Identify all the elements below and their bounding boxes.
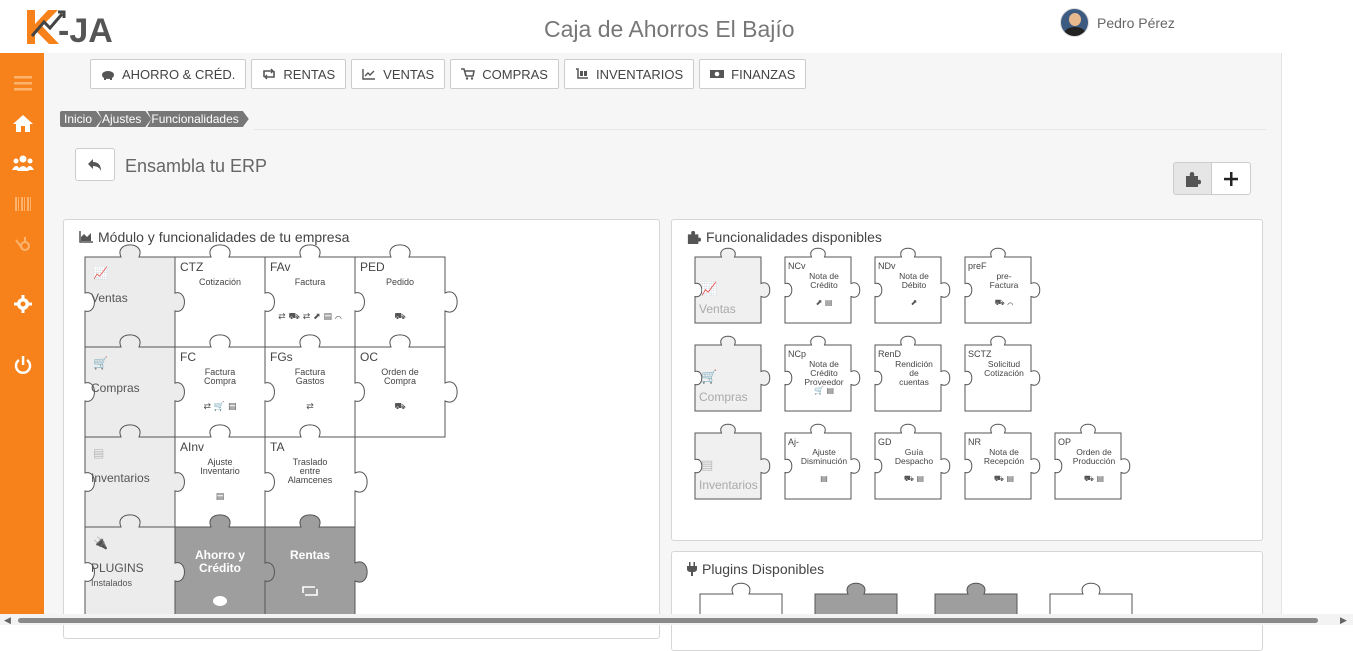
puzzle-icon [687,230,701,244]
tab-finanzas[interactable]: FINANZAS [699,59,807,89]
plugins-panel-title: Plugins Disponibles [687,561,824,577]
available-panel-title: Funcionalidades disponibles [687,229,882,245]
user-name: Pedro Pérez [1097,14,1175,31]
power-icon[interactable] [12,354,34,376]
breadcrumb-ajustes[interactable]: Ajustes [98,111,151,127]
cart-icon [461,68,476,80]
retweet-icon [263,68,276,80]
menu-icon[interactable] [12,72,34,94]
tab-compras[interactable]: COMPRAS [450,59,559,89]
scroll-thumb[interactable] [18,618,1318,623]
barcode-icon[interactable] [12,193,34,215]
avatar [1060,8,1089,37]
tab-inventarios[interactable]: INVENTARIOS [563,59,695,89]
tab-label: INVENTARIOS [595,66,684,82]
divider [254,129,1266,130]
tab-rentas[interactable]: RENTAS [251,59,347,89]
app-title: Caja de Ahorros El Bajío [544,16,795,42]
area-chart-icon [79,231,93,243]
add-button[interactable] [1212,162,1251,195]
user-menu[interactable]: Pedro Pérez [1060,8,1175,37]
sidebar [0,53,44,625]
tab-label: COMPRAS [482,66,548,82]
horizontal-scrollbar[interactable]: ◀ ▶ [0,614,1353,625]
money-icon [710,70,725,78]
company-panel-title: Módulo y funcionalidades de tu empresa [79,229,349,245]
reply-icon [88,158,101,171]
breadcrumb: Inicio Ajustes Funcionalidades [60,111,245,127]
kja-logo: -JA [27,10,113,46]
main-content: AHORRO & CRÉD. RENTAS VENTAS COMPRAS INV… [44,53,1282,651]
page-title: Ensambla tu ERP [125,156,268,176]
tab-label: FINANZAS [731,66,796,82]
users-icon[interactable] [12,152,34,174]
plug-icon [687,562,697,576]
gear-icon[interactable] [12,293,34,315]
breadcrumb-inicio[interactable]: Inicio [60,111,102,127]
piggy-bank-icon [102,71,114,80]
tab-label: VENTAS [383,66,435,82]
company-modules-panel [63,219,660,639]
tab-label: RENTAS [283,66,336,82]
available-features-panel [671,219,1263,541]
plus-icon [1224,171,1238,186]
puzzle-icon [1185,171,1201,187]
view-toggle-group [1173,162,1251,195]
hubspot-icon[interactable] [12,233,34,255]
scroll-right-icon[interactable]: ▶ [1340,615,1347,626]
tab-ventas[interactable]: VENTAS [351,59,446,89]
svg-text:-JA: -JA [58,12,113,46]
dolly-icon [575,68,588,79]
tab-label: AHORRO & CRÉD. [122,66,236,82]
puzzle-view-button[interactable] [1173,162,1212,195]
scroll-left-icon[interactable]: ◀ [4,615,11,626]
module-tabs: AHORRO & CRÉD. RENTAS VENTAS COMPRAS INV… [90,59,807,89]
back-button[interactable] [75,148,115,181]
line-chart-icon [362,69,376,80]
home-icon[interactable] [12,112,34,134]
breadcrumb-funcionalidades: Funcionalidades [147,111,248,127]
tab-ahorro-credito[interactable]: AHORRO & CRÉD. [90,59,247,89]
